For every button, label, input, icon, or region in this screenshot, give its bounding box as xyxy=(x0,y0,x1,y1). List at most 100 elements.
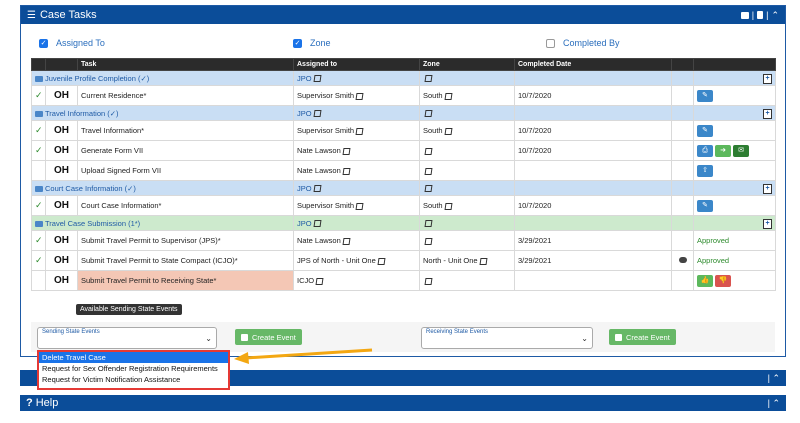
chevron-up-icon[interactable]: ⌃ xyxy=(771,10,779,21)
edit-icon[interactable] xyxy=(424,185,433,193)
edit-icon[interactable] xyxy=(424,110,433,118)
filter-zone[interactable]: ✓ Zone xyxy=(293,38,331,48)
group-row[interactable]: Travel Information (✓) JPO + xyxy=(31,105,776,121)
edit-icon[interactable] xyxy=(424,220,433,228)
complete-check-icon: ✓ xyxy=(31,140,46,161)
edit-icon[interactable] xyxy=(315,277,324,285)
receiving-state-events-select[interactable]: Receiving State Events ⌄ xyxy=(421,327,593,349)
edit-task-button[interactable]: ✎ xyxy=(697,124,713,137)
callout-arrow-icon xyxy=(234,348,373,364)
state-code: OH xyxy=(45,120,78,141)
help-icon: ? xyxy=(26,397,33,409)
add-document-icon[interactable]: + xyxy=(763,73,772,84)
option-request-victim-notification[interactable]: Request for Victim Notification Assistan… xyxy=(39,374,228,385)
edit-task-button[interactable]: ✎ xyxy=(697,199,713,212)
create-event-button[interactable]: Create Event xyxy=(235,329,302,345)
chevron-up-icon[interactable]: | ⌃ xyxy=(768,373,780,384)
filter-label: Assigned To xyxy=(56,38,105,48)
option-delete-travel-case[interactable]: Delete Travel Case xyxy=(39,352,228,363)
create-event-button[interactable]: Create Event xyxy=(609,329,676,345)
filter-bar: ✓ Assigned To ✓ Zone ✓ Completed By xyxy=(21,38,785,54)
edit-icon[interactable] xyxy=(313,185,322,193)
completed-date: 10/7/2020 xyxy=(514,120,672,141)
group-name[interactable]: Travel Information (✓) xyxy=(45,109,119,118)
edit-icon[interactable] xyxy=(342,237,351,245)
complete-check-icon: ✓ xyxy=(31,230,46,251)
sending-state-events-select[interactable]: Sending State Events ⌄ xyxy=(37,327,217,349)
separator: | xyxy=(766,10,769,20)
assigned-to: Nate Lawson xyxy=(297,166,341,175)
table-row: ✓ OH Submit Travel Permit to State Compa… xyxy=(31,250,776,271)
option-request-sex-offender-registration[interactable]: Request for Sex Offender Registration Re… xyxy=(39,363,228,374)
group-row[interactable]: Juvenile Profile Completion (✓) JPO + xyxy=(31,70,776,86)
edit-icon[interactable] xyxy=(424,167,433,175)
chevron-up-icon[interactable]: | ⌃ xyxy=(768,398,780,409)
col-check xyxy=(31,58,46,71)
group-row[interactable]: Travel Case Submission (1*) JPO + xyxy=(31,215,776,231)
table-row: ✓ OH Current Residence* Supervisor Smith… xyxy=(31,85,776,106)
edit-icon[interactable] xyxy=(342,167,351,175)
group-name[interactable]: Juvenile Profile Completion (✓) xyxy=(45,74,149,83)
add-document-icon[interactable]: + xyxy=(763,183,772,194)
add-document-icon[interactable]: + xyxy=(763,108,772,119)
tasks-table: Task Assigned to Zone Completed Date Juv… xyxy=(31,58,776,291)
col-zone: Zone xyxy=(419,58,515,71)
task-name: Travel Information* xyxy=(77,120,294,141)
button-label: Create Event xyxy=(252,332,296,342)
approve-button[interactable]: 👍 xyxy=(697,274,713,287)
assigned-to: ICJO xyxy=(297,276,315,285)
group-name[interactable]: Travel Case Submission (1*) xyxy=(45,219,140,228)
zone-checkbox[interactable]: ✓ xyxy=(293,38,302,48)
panel-title: Case Tasks xyxy=(39,9,97,21)
edit-icon[interactable] xyxy=(355,127,364,135)
chevron-down-icon: ⌄ xyxy=(205,334,212,343)
assigned-to-checkbox[interactable]: ✓ xyxy=(39,38,48,48)
edit-icon[interactable] xyxy=(424,237,433,245)
edit-icon[interactable] xyxy=(313,110,322,118)
group-name[interactable]: Court Case Information (✓) xyxy=(45,184,136,193)
reject-button[interactable]: 👎 xyxy=(715,274,731,287)
filter-completed-by[interactable]: ✓ Completed By xyxy=(546,38,620,48)
edit-task-button[interactable]: ✎ xyxy=(697,89,713,102)
edit-icon[interactable] xyxy=(342,147,351,155)
email-button[interactable]: ✉ xyxy=(733,144,749,157)
forward-button[interactable]: ➜ xyxy=(715,144,731,157)
events-dropdown-list[interactable]: Delete Travel Case Request for Sex Offen… xyxy=(37,350,230,390)
add-document-icon[interactable]: + xyxy=(763,218,772,229)
task-name: Submit Travel Permit to State Compact (I… xyxy=(77,250,294,271)
select-label: Sending State Events xyxy=(42,329,100,335)
case-tasks-header[interactable]: ☰ Case Tasks | | ⌃ xyxy=(21,6,785,24)
document-icon[interactable] xyxy=(757,11,764,19)
edit-icon[interactable] xyxy=(444,92,453,100)
edit-icon[interactable] xyxy=(424,147,433,155)
chevron-down-icon: ⌄ xyxy=(581,334,588,343)
print-button[interactable]: ⎙ xyxy=(697,144,713,157)
upload-button[interactable]: ⇧ xyxy=(697,164,713,177)
edit-icon[interactable] xyxy=(313,75,322,83)
state-code: OH xyxy=(45,195,78,216)
envelope-icon[interactable] xyxy=(740,11,749,19)
comment-icon[interactable] xyxy=(678,257,687,263)
edit-icon[interactable] xyxy=(355,202,364,210)
state-code: OH xyxy=(45,230,78,251)
edit-icon[interactable] xyxy=(377,257,386,265)
edit-icon[interactable] xyxy=(444,202,453,210)
filter-assigned-to[interactable]: ✓ Assigned To xyxy=(39,38,105,48)
edit-icon[interactable] xyxy=(424,277,433,285)
complete-check-icon: ✓ xyxy=(31,85,46,106)
task-name: Court Case Information* xyxy=(77,195,294,216)
edit-icon[interactable] xyxy=(479,257,488,265)
col-assigned: Assigned to xyxy=(293,58,420,71)
edit-icon[interactable] xyxy=(424,75,433,83)
status-label: Approved xyxy=(693,230,776,251)
edit-icon[interactable] xyxy=(313,220,322,228)
completed-by-checkbox[interactable]: ✓ xyxy=(546,38,555,48)
tooltip: Available Sending State Events xyxy=(76,304,182,315)
edit-icon[interactable] xyxy=(444,127,453,135)
group-assigned: JPO xyxy=(297,108,312,118)
help-panel-header[interactable]: ? Help | ⌃ xyxy=(20,395,786,411)
group-row[interactable]: Court Case Information (✓) JPO + xyxy=(31,180,776,196)
table-header: Task Assigned to Zone Completed Date xyxy=(31,58,776,71)
assigned-to: Nate Lawson xyxy=(297,236,341,245)
edit-icon[interactable] xyxy=(355,92,364,100)
